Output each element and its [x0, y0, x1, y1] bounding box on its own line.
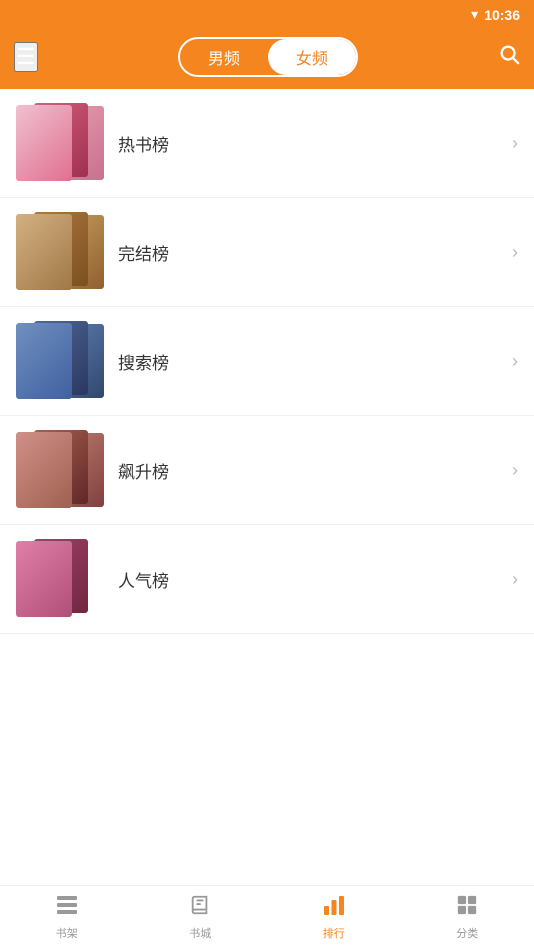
ranking-label-1: 热书榜: [118, 131, 512, 156]
nav-shelf[interactable]: 书架: [0, 886, 134, 949]
book-covers-1: [16, 99, 104, 187]
chevron-icon-4: ›: [512, 460, 518, 481]
chevron-icon-5: ›: [512, 569, 518, 590]
list-item[interactable]: 热书榜 ›: [0, 89, 534, 198]
ranking-label-3: 搜索榜: [118, 349, 512, 374]
nav-label-bookstore: 书城: [189, 925, 211, 941]
status-bar: ▾ 10:36: [0, 0, 534, 29]
book-covers-5: [16, 535, 104, 623]
top-bar: ☰ 男频 女频: [0, 29, 534, 89]
book-covers-2: [16, 208, 104, 296]
tab-female[interactable]: 女频: [268, 39, 356, 75]
list-item[interactable]: 人气榜 ›: [0, 525, 534, 634]
ranking-label-2: 完结榜: [118, 240, 512, 265]
book-covers-4: [16, 426, 104, 514]
search-button[interactable]: [498, 43, 520, 71]
bottom-nav: 书架 书城 排行: [0, 885, 534, 949]
list-item[interactable]: 搜索榜 ›: [0, 307, 534, 416]
nav-label-shelf: 书架: [56, 925, 78, 941]
book-covers-3: [16, 317, 104, 405]
nav-category[interactable]: 分类: [401, 886, 534, 949]
chevron-icon-2: ›: [512, 242, 518, 263]
status-time: 10:36: [484, 7, 520, 23]
nav-bookstore[interactable]: 书城: [134, 886, 268, 949]
chevron-icon-1: ›: [512, 133, 518, 154]
bookstore-icon: [189, 894, 211, 922]
chevron-icon-3: ›: [512, 351, 518, 372]
ranking-label-5: 人气榜: [118, 567, 512, 592]
wifi-icon: ▾: [471, 6, 478, 23]
menu-button[interactable]: ☰: [14, 42, 38, 72]
category-icon: [456, 894, 478, 922]
nav-label-ranking: 排行: [323, 925, 345, 941]
ranking-label-4: 飙升榜: [118, 458, 512, 483]
nav-label-category: 分类: [456, 925, 478, 941]
tab-switcher: 男频 女频: [178, 37, 358, 77]
shelf-icon: [55, 894, 79, 922]
ranking-icon: [322, 894, 346, 922]
list-item[interactable]: 完结榜 ›: [0, 198, 534, 307]
tab-male[interactable]: 男频: [180, 39, 268, 75]
nav-ranking[interactable]: 排行: [267, 886, 401, 949]
list-item[interactable]: 飙升榜 ›: [0, 416, 534, 525]
ranking-list: 热书榜 › 完结榜 › 搜索榜 › 飙升榜 ›: [0, 89, 534, 885]
